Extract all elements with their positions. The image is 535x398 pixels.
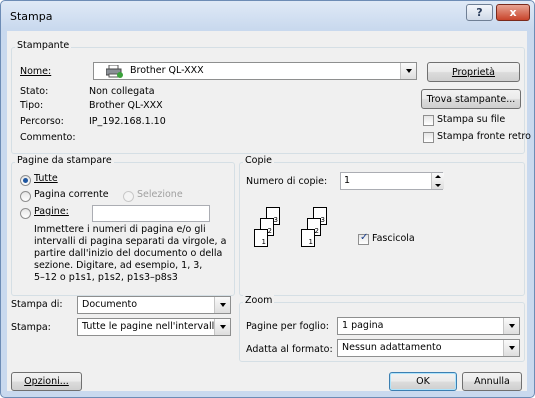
ok-button-label: OK: [416, 376, 430, 387]
print-to-file-label[interactable]: Stampa su file: [437, 114, 505, 125]
current-page-label[interactable]: Pagina corrente: [34, 189, 109, 200]
all-pages-radio[interactable]: [20, 175, 31, 186]
scale-to-paper-select[interactable]: Nessun adattamento: [337, 339, 520, 357]
print-to-file-checkbox[interactable]: [423, 115, 434, 126]
duplex-checkbox[interactable]: [423, 132, 434, 143]
spin-down-icon: [435, 184, 441, 187]
all-pages-label[interactable]: Tutte: [34, 173, 58, 184]
pages-per-sheet-select[interactable]: 1 pagina: [337, 317, 520, 335]
help-line: intervalli di pagina separati da virgole…: [34, 236, 227, 247]
duplex-label[interactable]: Stampa fronte retro: [437, 131, 531, 142]
page-number: 3: [320, 216, 325, 224]
cancel-button[interactable]: Annulla: [462, 372, 522, 391]
title-bar[interactable]: Stampa ? x: [1, 1, 534, 31]
print-scope-value: Tutte le pagine nell'intervallo: [82, 321, 221, 332]
printer-name-value: Brother QL-XXX: [130, 65, 204, 76]
pages-help-text: Immettere i numeri di pagina e/o gli int…: [34, 224, 226, 284]
dialog-title: Stampa: [10, 10, 53, 23]
print-scope-select[interactable]: Tutte le pagine nell'intervallo: [77, 318, 231, 336]
find-printer-button[interactable]: Trova stampante...: [421, 89, 521, 109]
pages-per-sheet-value: 1 pagina: [342, 320, 384, 331]
collate-label[interactable]: Fascicola: [372, 233, 415, 244]
printer-group-legend: Stampante: [15, 40, 72, 51]
help-line: 5–12 o p1s1, p1s2, p1s3–p8s3: [34, 272, 178, 283]
help-line: partire dall'inizio del documento o dell…: [34, 248, 223, 259]
chevron-down-icon: [503, 318, 519, 334]
print-what-value: Documento: [82, 299, 138, 310]
options-button-label: Opzioni...: [24, 376, 69, 387]
print-what-select[interactable]: Documento: [77, 296, 231, 314]
printer-name-label: Nome:: [20, 66, 52, 77]
help-button[interactable]: ?: [466, 4, 493, 21]
zoom-group-legend: Zoom: [243, 295, 275, 306]
type-value: Brother QL-XXX: [89, 100, 163, 111]
properties-button[interactable]: Proprietà: [427, 62, 520, 82]
chevron-down-icon: [503, 340, 519, 356]
path-label: Percorso:: [20, 116, 64, 127]
pages-per-sheet-label: Pagine per foglio:: [246, 321, 329, 332]
scale-to-paper-value: Nessun adattamento: [342, 342, 442, 353]
page-icon: 1: [254, 229, 268, 247]
collate-illustration-1: 3 2 1: [254, 207, 294, 253]
print-scope-label: Stampa:: [11, 322, 51, 333]
chevron-down-icon: [214, 319, 230, 335]
page-number: 3: [273, 216, 278, 224]
close-button[interactable]: x: [496, 4, 530, 21]
options-button[interactable]: Opzioni...: [11, 372, 82, 391]
find-printer-button-label: Trova stampante...: [426, 93, 516, 105]
dialog-body: Stampante Nome: Brother QL-XXX Proprietà…: [7, 31, 531, 391]
print-dialog: Stampa ? x Stampante Nome: Brother QL-XX…: [0, 0, 535, 398]
copies-count-label: Numero di copie:: [246, 176, 328, 187]
comment-label: Commento:: [20, 132, 76, 143]
path-value: IP_192.168.1.10: [89, 116, 166, 127]
properties-button-label: Proprietà: [451, 66, 496, 78]
pages-range-radio[interactable]: [20, 208, 31, 219]
scale-to-paper-label: Adatta al formato:: [246, 344, 333, 355]
collate-illustration-2: 3 2 1: [301, 207, 341, 253]
pages-group-legend: Pagine da stampare: [15, 155, 114, 166]
chevron-down-icon: [214, 297, 230, 313]
page-icon: 1: [301, 229, 315, 247]
selection-radio[interactable]: [123, 191, 134, 202]
help-icon: ?: [476, 6, 483, 19]
pages-range-label[interactable]: Pagine:: [34, 206, 69, 217]
page-number: 1: [261, 238, 266, 246]
close-icon: x: [509, 6, 517, 19]
type-label: Tipo:: [20, 100, 44, 111]
chevron-down-icon: [400, 63, 416, 79]
ok-button[interactable]: OK: [389, 372, 457, 391]
selection-label[interactable]: Selezione: [137, 189, 183, 200]
status-label: Stato:: [20, 86, 49, 97]
status-value: Non collegata: [89, 86, 155, 97]
help-line: Immettere i numeri di pagina e/o gli: [34, 224, 206, 235]
print-what-label: Stampa di:: [11, 299, 63, 310]
spin-up-icon: [435, 175, 441, 178]
copies-count-input[interactable]: 1: [340, 172, 444, 190]
collate-checkbox[interactable]: [358, 232, 369, 245]
help-line: sezione. Digitare, ad esempio, 1, 3,: [34, 260, 203, 271]
pages-range-input[interactable]: [92, 205, 210, 222]
printer-icon: [106, 65, 123, 78]
page-number: 2: [267, 227, 272, 235]
copies-spinner[interactable]: [431, 173, 444, 189]
page-number: 1: [308, 238, 313, 246]
printer-name-select[interactable]: Brother QL-XXX: [93, 62, 417, 80]
copies-count-value: 1: [344, 175, 351, 186]
page-number: 2: [314, 227, 319, 235]
current-page-radio[interactable]: [20, 191, 31, 202]
copies-group-legend: Copie: [243, 155, 274, 166]
cancel-button-label: Annulla: [474, 376, 510, 387]
